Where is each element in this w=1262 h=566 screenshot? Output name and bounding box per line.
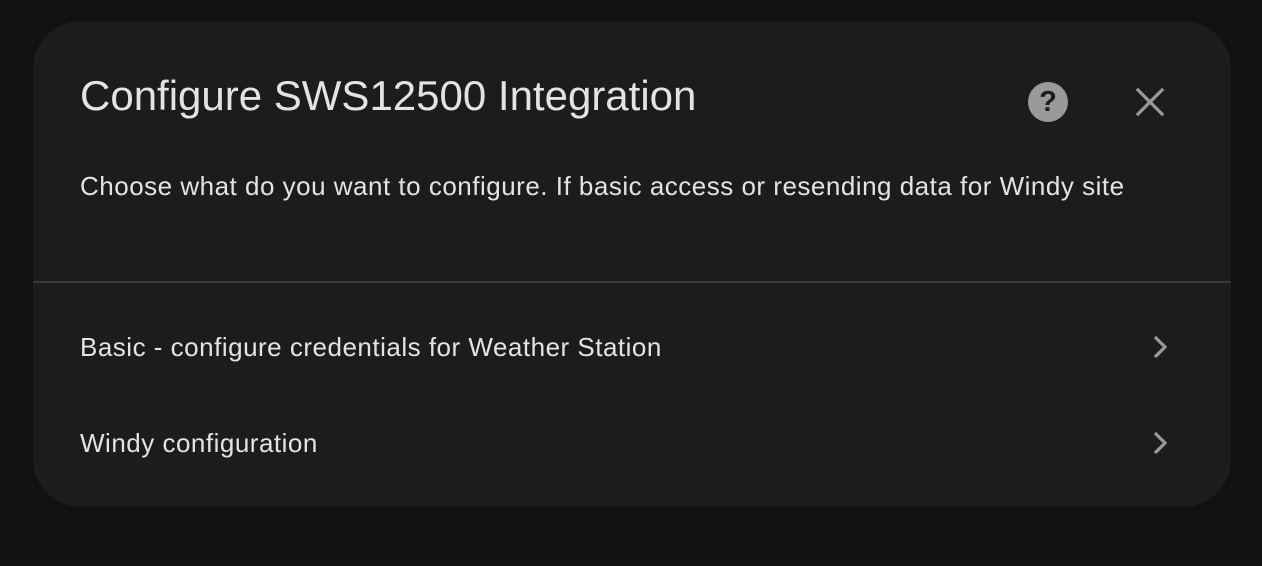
menu-item-windy[interactable]: Windy configuration xyxy=(33,395,1231,491)
dialog-description: Choose what do you want to configure. If… xyxy=(80,171,1125,201)
close-button[interactable] xyxy=(1130,82,1170,122)
dialog-title: Configure SWS12500 Integration xyxy=(80,72,697,119)
config-dialog: Configure SWS12500 Integration ? Choose … xyxy=(33,21,1231,507)
close-icon xyxy=(1135,87,1165,117)
help-glyph: ? xyxy=(1039,85,1057,118)
chevron-right-icon xyxy=(1147,334,1173,360)
menu-item-label: Basic - configure credentials for Weathe… xyxy=(80,331,662,362)
chevron-right-icon xyxy=(1147,430,1173,456)
menu-item-label: Windy configuration xyxy=(80,427,318,458)
menu-item-basic[interactable]: Basic - configure credentials for Weathe… xyxy=(33,299,1231,395)
help-icon[interactable]: ? xyxy=(1028,82,1068,122)
divider xyxy=(33,281,1231,283)
